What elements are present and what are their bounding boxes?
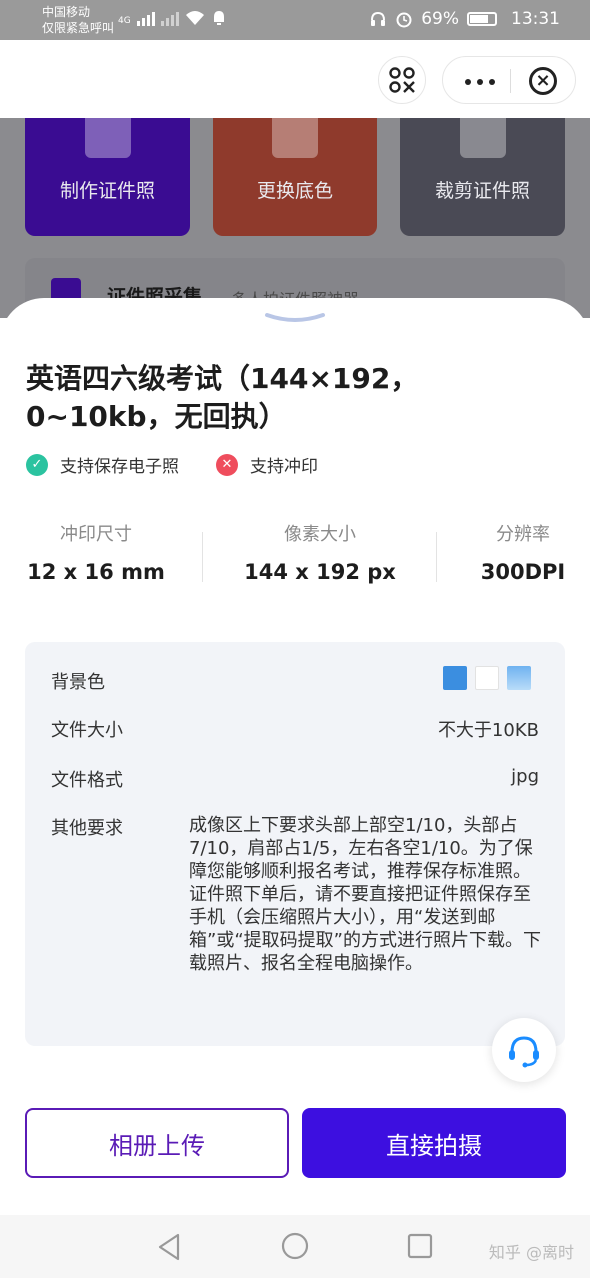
headset-icon — [509, 1036, 539, 1068]
carrier-info: 中国移动 仅限紧急呼叫 — [42, 4, 114, 36]
album-upload-button[interactable]: 相册上传 — [25, 1108, 289, 1178]
id-photo-icon — [84, 118, 131, 158]
divider — [202, 532, 203, 582]
status-bar: 中国移动 仅限紧急呼叫 4G 69% 13:31 — [0, 0, 590, 40]
spec-label: 分辨率 — [496, 524, 550, 545]
file-format-label: 文件格式 — [51, 770, 123, 791]
carrier-status: 仅限紧急呼叫 — [42, 21, 115, 35]
spec-summary: 冲印尺寸 12 x 16 mm 像素大小 144 x 192 px 分辨率 30… — [0, 520, 590, 590]
close-button[interactable]: × — [529, 67, 557, 95]
spec-title: 英语四六级考试（144×192，0~10kb，无回执） — [26, 362, 419, 433]
spec-label: 像素大小 — [284, 524, 356, 545]
headset-icon — [371, 11, 386, 26]
divider — [436, 532, 437, 582]
cross-icon: ✕ — [216, 453, 238, 476]
alarm-icon — [396, 12, 412, 28]
wifi-icon — [185, 11, 204, 25]
file-size-label: 文件大小 — [51, 720, 123, 741]
back-icon[interactable] — [156, 1233, 182, 1261]
capsule-divider — [510, 69, 511, 93]
signal-indicators: 4G — [118, 10, 227, 26]
signal-2-icon — [160, 12, 179, 26]
feature-label: 支持冲印 — [250, 457, 318, 477]
feature-print: ✕ 支持冲印 — [216, 452, 318, 477]
bg-color-label: 背景色 — [51, 672, 105, 693]
tile-label: 更换底色 — [256, 180, 333, 202]
tile-label: 制作证件照 — [59, 180, 155, 202]
tile-make-id-photo: 制作证件照 — [25, 118, 190, 236]
system-nav-bar: 知乎 @离时 — [0, 1215, 590, 1278]
spec-value: 300DPI — [480, 560, 566, 584]
spec-label: 冲印尺寸 — [60, 524, 132, 545]
crop-icon — [459, 118, 506, 158]
check-icon: ✓ — [26, 453, 48, 476]
tile-crop-id-photo: 裁剪证件照 — [400, 118, 565, 236]
feature-label: 支持保存电子照 — [60, 457, 179, 477]
clock: 13:31 — [511, 9, 560, 29]
carrier-name: 中国移动 — [42, 5, 91, 19]
notification-icon — [213, 11, 224, 25]
spec-bottom-sheet: 英语四六级考试（144×192，0~10kb，无回执） ✓ 支持保存电子照 ✕ … — [0, 298, 590, 1215]
swatch-blue — [443, 666, 467, 690]
spec-pixel-size: 像素大小 144 x 192 px — [235, 520, 405, 584]
status-right: 69% 13:31 — [369, 9, 560, 29]
battery-icon — [467, 12, 497, 26]
tile-change-background: 更换底色 — [213, 118, 377, 236]
bg-color-swatches — [443, 666, 531, 690]
spec-resolution: 分辨率 300DPI — [474, 520, 572, 584]
sheet-collapse-handle-icon[interactable] — [264, 312, 326, 324]
recents-icon[interactable] — [407, 1233, 433, 1259]
spec-print-size: 冲印尺寸 12 x 16 mm — [26, 520, 166, 584]
capsule-menu: × — [442, 56, 576, 104]
spec-value: 144 x 192 px — [244, 560, 396, 584]
file-size-value: 不大于10KB — [437, 720, 539, 741]
swatch-white — [475, 666, 499, 690]
swatch-gradient-blue — [507, 666, 531, 690]
signal-icon — [136, 12, 155, 26]
watermark: 知乎 @离时 — [488, 1243, 574, 1262]
detail-panel: 背景色 文件大小 不大于10KB 文件格式 jpg 其他要求 成像区上下要求头部… — [25, 642, 565, 1046]
other-requirements-label: 其他要求 — [51, 818, 123, 839]
miniprogram-header: × — [0, 40, 590, 118]
scan-button[interactable] — [378, 56, 426, 104]
feature-save-electronic: ✓ 支持保存电子照 — [26, 452, 179, 477]
scan-icon — [389, 67, 415, 93]
spec-value: 12 x 16 mm — [27, 560, 165, 584]
layers-icon — [272, 118, 318, 158]
tile-label: 裁剪证件照 — [434, 180, 530, 202]
take-photo-button[interactable]: 直接拍摄 — [302, 1108, 566, 1178]
close-icon: × — [535, 70, 551, 91]
battery-percent: 69% — [421, 9, 459, 29]
background-page: 制作证件照 更换底色 裁剪证件照 证件照采集 多人拍证件照神器 — [0, 118, 590, 318]
network-type: 4G — [118, 16, 131, 26]
customer-service-button[interactable] — [492, 1018, 556, 1082]
more-button[interactable] — [465, 79, 495, 85]
home-icon[interactable] — [281, 1232, 309, 1260]
other-requirements-text: 成像区上下要求头部上部空1/10，头部占7/10，肩部占1/5，左右各空1/10… — [189, 815, 541, 974]
file-format-value: jpg — [511, 766, 539, 787]
